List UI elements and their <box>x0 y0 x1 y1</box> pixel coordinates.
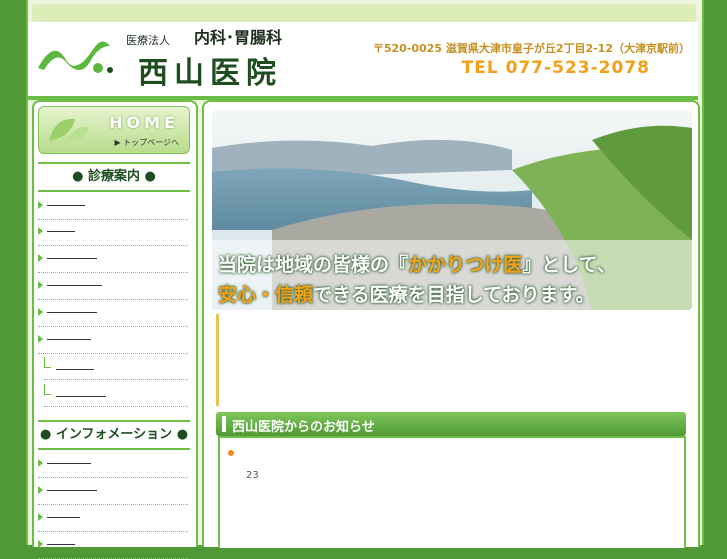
arrow-icon <box>38 281 43 289</box>
sidebar: HOME ▶ トップページへ ● 診療案内 ● ● インフォメーション ● <box>32 100 198 559</box>
hero-slogan-highlight: かかりつけ医 <box>408 254 523 276</box>
sidebar-item[interactable] <box>38 194 188 220</box>
arrow-icon <box>38 335 43 343</box>
sidebar-item[interactable] <box>38 506 188 532</box>
sidebar-item[interactable] <box>38 220 188 246</box>
sidebar-item[interactable] <box>38 328 188 354</box>
accent-bar <box>216 314 219 406</box>
news-item-number: 23 <box>246 470 259 481</box>
sidebar-item[interactable] <box>38 301 188 327</box>
sidebar-item-link[interactable] <box>47 338 91 340</box>
arrow-icon <box>38 254 43 262</box>
leaf-icon <box>49 118 89 143</box>
clinic-phone: TEL 077-523-2078 <box>461 58 650 78</box>
sidebar-item-link[interactable] <box>47 284 102 286</box>
sidebar-item[interactable] <box>38 533 188 559</box>
sidebar-item-link[interactable] <box>47 257 97 259</box>
arrow-icon <box>38 227 43 235</box>
arrow-icon <box>38 308 43 316</box>
sidebar-item-link[interactable] <box>47 516 80 518</box>
section-title-information: ● インフォメーション ● <box>38 420 190 450</box>
sidebar-item-link[interactable] <box>47 311 97 313</box>
sidebar-item-link[interactable] <box>47 462 91 464</box>
hero-slogan-line2: 安心・信頼できる医療を目指しております。 <box>218 280 595 307</box>
corporation-label: 医療法人 <box>126 34 170 47</box>
sidebar-subitem[interactable] <box>44 354 188 380</box>
news-header: 西山医院からのお知らせ <box>216 412 686 436</box>
sidebar-item[interactable] <box>38 479 188 505</box>
page: 医療法人 内科･胃腸科 西山医院 〒520-0025 滋賀県大津市皇子が丘2丁目… <box>0 0 727 559</box>
section-title-clinic-info: ● 診療案内 ● <box>38 162 190 192</box>
arrow-icon <box>38 486 43 494</box>
news-title: 西山医院からのお知らせ <box>232 420 375 435</box>
departments-label: 内科･胃腸科 <box>194 28 283 47</box>
arrow-icon <box>38 201 43 209</box>
bullet-icon <box>228 450 234 456</box>
hero-slogan-text: できる医療を目指しております。 <box>313 284 595 306</box>
home-button[interactable]: HOME ▶ トップページへ <box>38 106 190 154</box>
sidebar-item-link[interactable] <box>47 230 75 232</box>
hero-banner: 当院は地域の皆様の『かかりつけ医』として、 安心・信頼できる医療を目指しておりま… <box>212 110 692 310</box>
sidebar-item-link[interactable] <box>47 489 97 491</box>
home-sub-label: ▶ トップページへ <box>114 138 179 147</box>
hero-slogan-text: 』として、 <box>522 254 616 276</box>
sidebar-subitem[interactable] <box>44 381 188 407</box>
site-header: 医療法人 内科･胃腸科 西山医院 〒520-0025 滋賀県大津市皇子が丘2丁目… <box>28 22 698 100</box>
main-content: 当院は地域の皆様の『かかりつけ医』として、 安心・信頼できる医療を目指しておりま… <box>202 100 700 548</box>
sidebar-subitem-link[interactable] <box>56 368 94 370</box>
arrow-icon <box>38 540 43 548</box>
clinic-name: 西山医院 <box>138 56 282 91</box>
hero-slogan-text: 当院は地域の皆様の『 <box>218 254 409 276</box>
tree-elbow-icon <box>44 357 51 368</box>
news-box: 23 <box>218 436 686 548</box>
sidebar-item[interactable] <box>38 452 188 478</box>
top-strip <box>32 4 696 22</box>
sidebar-item-link[interactable] <box>47 204 85 206</box>
sidebar-subitem-link[interactable] <box>56 395 106 397</box>
home-label: HOME <box>109 113 179 132</box>
sidebar-item[interactable] <box>38 247 188 273</box>
sidebar-item[interactable] <box>38 274 188 300</box>
hero-slogan-highlight: 安心・信頼 <box>218 284 314 306</box>
arrow-icon <box>38 513 43 521</box>
tree-elbow-icon <box>44 384 51 395</box>
news-header-bar <box>222 416 226 432</box>
arrow-icon <box>38 459 43 467</box>
hero-slogan-line1: 当院は地域の皆様の『かかりつけ医』として、 <box>218 250 616 277</box>
clinic-address: 〒520-0025 滋賀県大津市皇子が丘2丁目2-12（大津京駅前） <box>372 42 690 55</box>
clinic-logo-icon[interactable] <box>36 32 116 82</box>
